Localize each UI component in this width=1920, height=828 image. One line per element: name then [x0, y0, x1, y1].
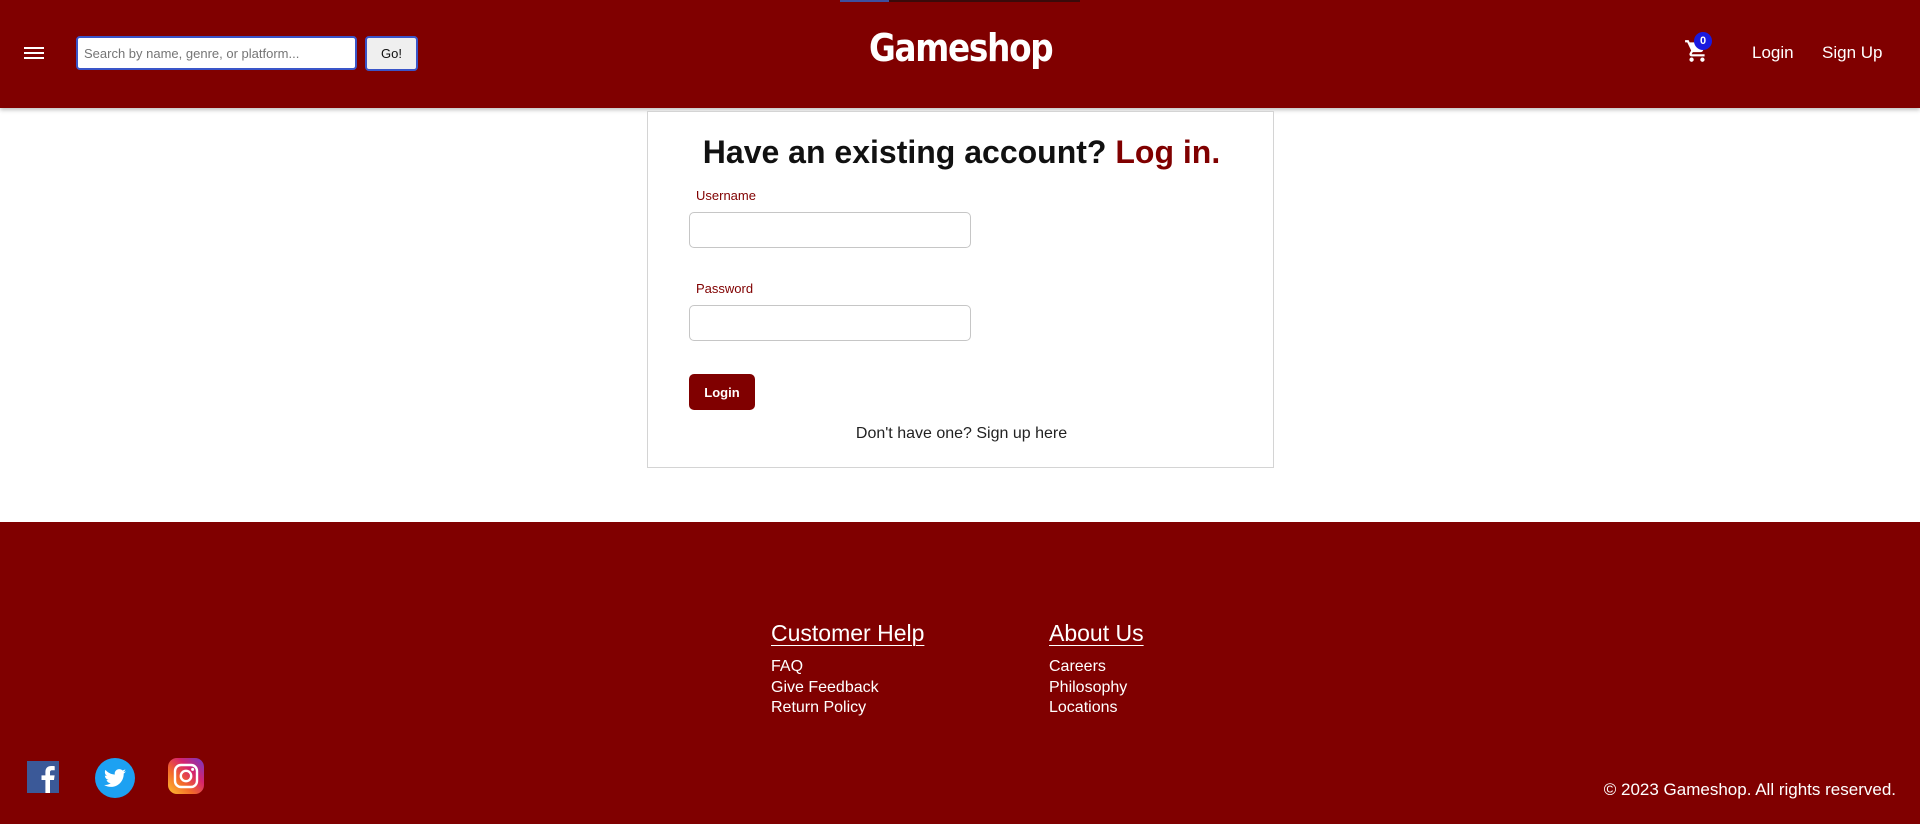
- signup-here-link[interactable]: Sign up here: [976, 425, 1067, 442]
- footer-link-faq[interactable]: FAQ: [771, 657, 924, 678]
- footer-column-customer-help: Customer Help FAQ Give Feedback Return P…: [771, 620, 924, 719]
- instagram-icon[interactable]: [168, 758, 208, 798]
- signup-prompt: Don't have one? Sign up here: [648, 425, 1275, 443]
- footer-heading: Customer Help: [771, 620, 925, 646]
- username-input[interactable]: [689, 212, 971, 248]
- footer-column-about-us: About Us Careers Philosophy Locations: [1049, 620, 1144, 719]
- menu-icon[interactable]: [24, 44, 46, 62]
- top-scroll-strip: [840, 0, 1080, 2]
- footer-link-give-feedback[interactable]: Give Feedback: [771, 678, 924, 699]
- footer-heading: About Us: [1049, 620, 1144, 646]
- login-card: Have an existing account? Log in. Userna…: [647, 111, 1274, 468]
- nav-signup-link[interactable]: Sign Up: [1822, 43, 1882, 63]
- password-label: Password: [696, 281, 754, 296]
- login-title: Have an existing account? Log in.: [648, 134, 1275, 171]
- site-footer: Customer Help FAQ Give Feedback Return P…: [0, 522, 1920, 824]
- login-submit-button[interactable]: Login: [689, 374, 755, 410]
- twitter-icon[interactable]: [95, 758, 135, 798]
- cart-count-badge: 0: [1694, 32, 1712, 50]
- site-header: Go! Gameshop 0 Login Sign Up: [0, 0, 1920, 108]
- signup-prompt-text: Don't have one?: [855, 425, 972, 442]
- copyright-text: © 2023 Gameshop. All rights reserved.: [1603, 780, 1896, 799]
- footer-link-careers[interactable]: Careers: [1049, 657, 1144, 678]
- nav-login-link[interactable]: Login: [1752, 43, 1794, 63]
- facebook-icon[interactable]: [26, 758, 66, 798]
- brand-logo[interactable]: Gameshop: [869, 26, 1054, 70]
- login-title-accent: Log in.: [1115, 134, 1221, 170]
- footer-link-philosophy[interactable]: Philosophy: [1049, 678, 1144, 699]
- login-title-prefix: Have an existing account?: [702, 134, 1107, 170]
- footer-link-return-policy[interactable]: Return Policy: [771, 698, 924, 719]
- search-go-button[interactable]: Go!: [365, 36, 418, 71]
- password-input[interactable]: [689, 305, 971, 341]
- footer-link-locations[interactable]: Locations: [1049, 698, 1144, 719]
- search-input[interactable]: [76, 36, 357, 70]
- username-label: Username: [696, 188, 756, 203]
